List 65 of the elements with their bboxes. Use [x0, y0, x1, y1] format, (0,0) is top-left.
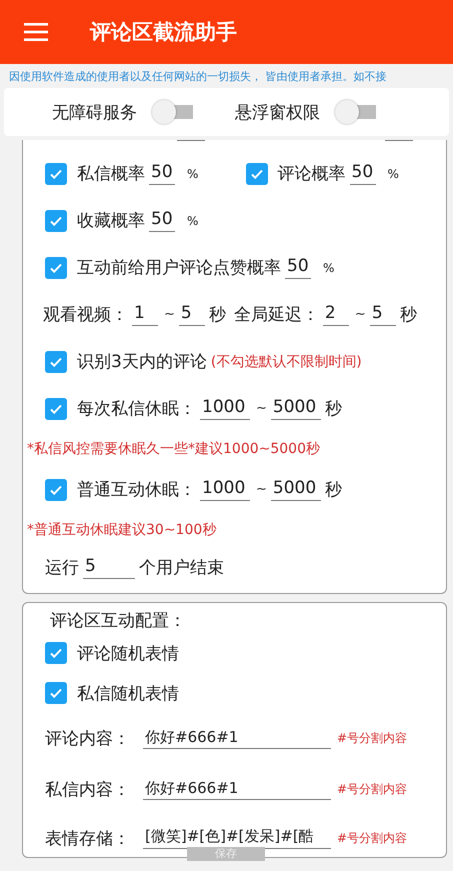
percent-field[interactable]: 50	[149, 162, 175, 185]
permission-label: 无障碍服务	[52, 102, 137, 124]
option-label: 每次私信休眠：	[77, 398, 196, 420]
hint-text: #号分割内容	[337, 830, 408, 846]
permission-label: 悬浮窗权限	[235, 102, 320, 124]
min-field[interactable]: 1000	[200, 478, 250, 501]
content-field[interactable]: 你好#666#1	[143, 728, 331, 749]
checkbox[interactable]	[45, 682, 67, 704]
content-field[interactable]: [微笑]#[色]#[发呆]#[酷	[143, 828, 331, 848]
max-field[interactable]: 5000	[270, 397, 321, 420]
option-label: 私信随机表情	[77, 682, 179, 704]
warning-text: *私信风控需要休眠久一些*建议1000~5000秒	[27, 440, 321, 459]
checkbox[interactable]	[45, 162, 67, 184]
option-label: 收藏概率	[77, 210, 145, 232]
option-label: 识别3天内的评论	[77, 351, 207, 373]
field-label: 私信内容：	[45, 779, 131, 801]
hint-text: #号分割内容	[337, 730, 408, 747]
checkbox[interactable]	[45, 398, 67, 420]
unit-label: 秒	[208, 304, 226, 326]
checkbox[interactable]	[45, 210, 67, 232]
hint-text: #号分割内容	[337, 781, 408, 798]
range-label: 全局延迟：	[234, 304, 319, 326]
disclaimer-text: 因使用软件造成的使用者以及任何网站的一切损失， 皆由使用者承担。如不接	[8, 69, 388, 85]
unit-label: 秒	[324, 479, 342, 501]
menu-icon[interactable]	[24, 23, 48, 41]
app-title: 评论区截流助手	[90, 19, 237, 46]
option-label: 普通互动休眠：	[77, 479, 196, 501]
unit-label: 秒	[400, 304, 417, 326]
unit-label: %	[187, 166, 198, 180]
percent-field[interactable]: 50	[285, 256, 311, 279]
max-field[interactable]: 5	[178, 303, 205, 326]
tilde-text: ~	[164, 307, 175, 322]
section-title: 评论区互动配置：	[50, 610, 187, 633]
percent-field[interactable]: 50	[149, 209, 175, 232]
min-field[interactable]: 2	[322, 303, 349, 326]
option-label: 私信概率	[77, 163, 145, 185]
unit-label: 秒	[324, 398, 342, 420]
max-field[interactable]: 5	[370, 303, 396, 326]
max-field[interactable]: 5000	[270, 478, 321, 501]
tilde-text: ~	[256, 482, 267, 497]
percent-field[interactable]: 50	[350, 162, 376, 185]
tilde-text: ~	[354, 307, 366, 322]
checkbox[interactable]	[45, 256, 67, 278]
tilde-text: ~	[256, 401, 267, 416]
checkbox[interactable]	[246, 162, 268, 184]
range-label: 观看视频：	[43, 304, 128, 326]
note-text: (不勾选默认不限制时间)	[210, 352, 362, 370]
option-label: 评论概率	[278, 163, 346, 185]
unit-label: %	[323, 260, 334, 274]
unit-label: %	[388, 166, 399, 180]
field-label: 表情存储：	[45, 828, 131, 850]
warning-text: *普通互动休眠建议30~100秒	[27, 521, 218, 540]
field-label: 评论内容：	[45, 728, 131, 750]
content-field[interactable]: 你好#666#1	[143, 779, 331, 800]
min-field[interactable]: 1000	[200, 397, 250, 420]
checkbox[interactable]	[45, 642, 67, 664]
min-field[interactable]: 1	[132, 303, 158, 326]
option-label: 互动前给用户评论点赞概率	[77, 257, 281, 279]
checkbox[interactable]	[45, 478, 67, 500]
unit-label: %	[187, 214, 198, 228]
option-label: 评论随机表情	[77, 642, 179, 664]
user-count-field[interactable]: 5	[83, 556, 135, 578]
run-label: 运行	[45, 556, 79, 578]
run-suffix: 个用户结束	[139, 556, 224, 578]
checkbox[interactable]	[45, 350, 67, 372]
